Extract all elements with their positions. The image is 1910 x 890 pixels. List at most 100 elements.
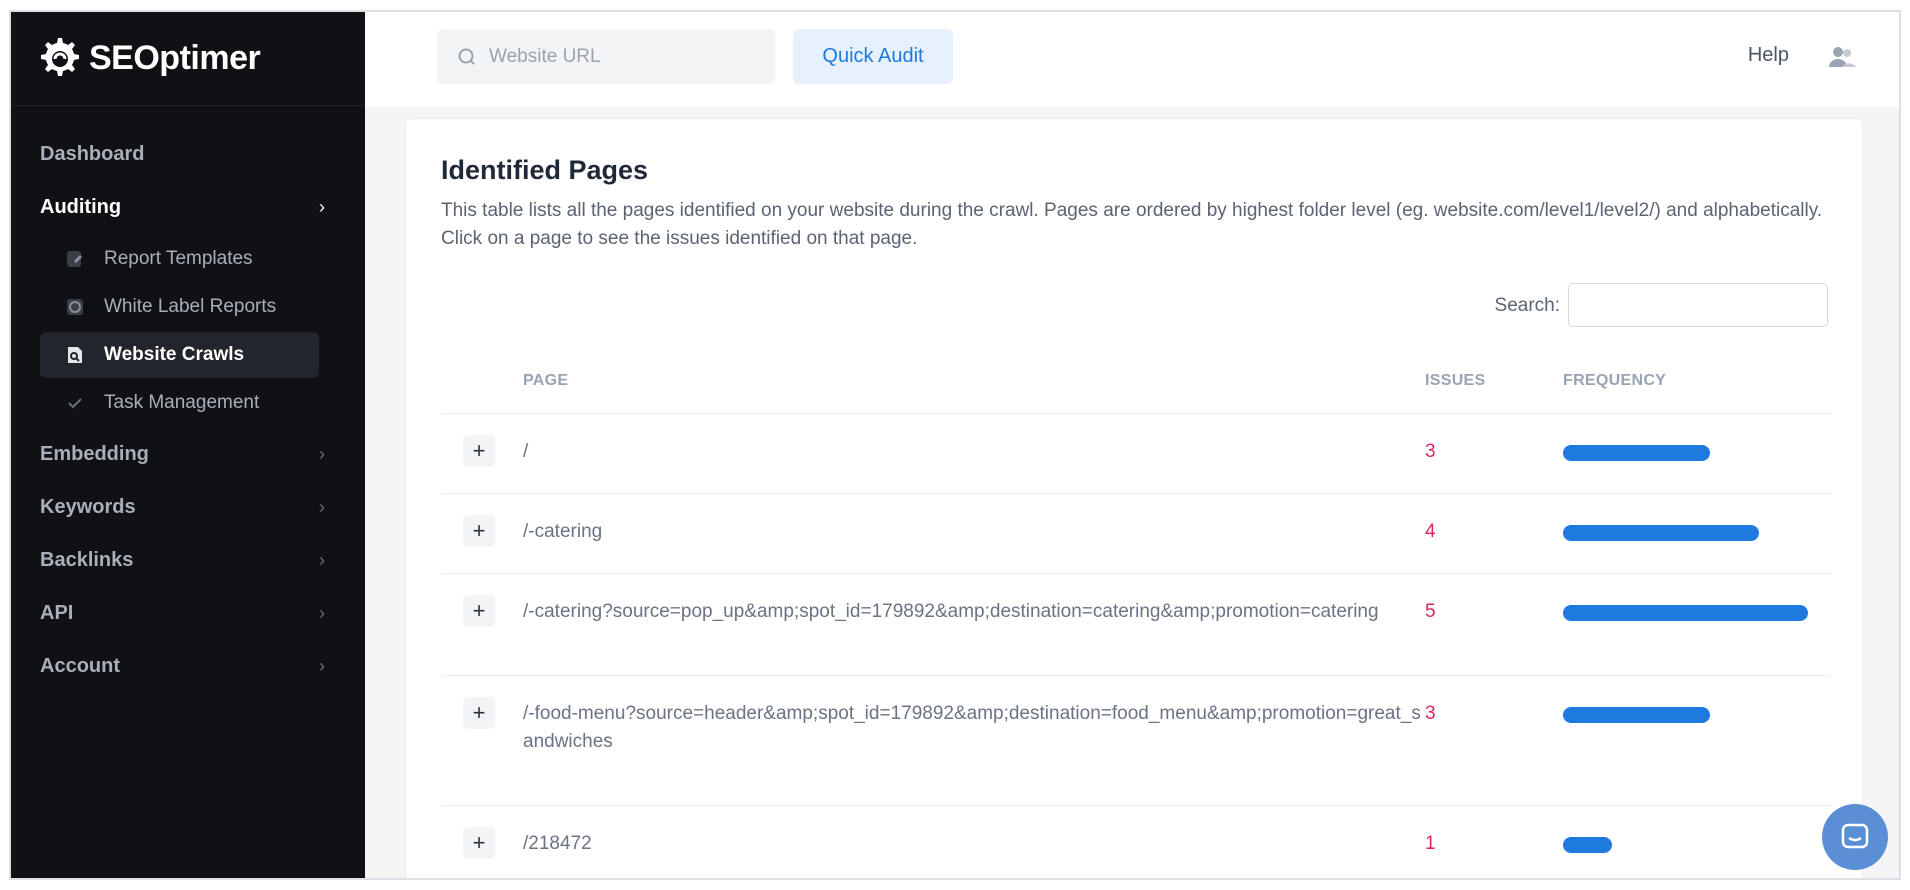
expand-row-button[interactable]: +: [463, 595, 495, 627]
sidebar-subitem-label: Website Crawls: [104, 344, 245, 365]
expand-cell: +: [441, 676, 523, 805]
expand-row-button[interactable]: +: [463, 515, 495, 547]
sidebar-item-label: Keywords: [40, 496, 136, 518]
users-icon[interactable]: [1827, 42, 1857, 72]
frequency-bar: [1563, 605, 1808, 621]
sidebar-item-dashboard[interactable]: Dashboard: [11, 128, 365, 181]
identified-pages-card: Identified Pages This table lists all th…: [405, 118, 1863, 878]
check-icon: [64, 392, 86, 414]
table-body: +/3 +/-catering 4 +/-catering?source=pop_up…: [441, 414, 1831, 878]
issues-cell: 3: [1425, 676, 1563, 805]
table-row[interactable]: + /218472 1: [441, 806, 1831, 878]
top-header: Quick Audit Help: [365, 12, 1899, 107]
page-cell: /-catering?source=pop_up&amp;spot_id=179…: [523, 574, 1425, 675]
expand-cell: +: [441, 806, 523, 878]
table-search-input[interactable]: [1568, 283, 1828, 327]
frequency-bar: [1563, 445, 1710, 461]
issue-count: 3: [1425, 703, 1436, 724]
sidebar-item-label: Account: [40, 655, 120, 677]
app-window: SEOptimer Dashboard Auditing › Report Te…: [9, 10, 1901, 880]
help-link[interactable]: Help: [1748, 44, 1789, 67]
gear-logo-icon: [41, 37, 79, 76]
table-search-label: Search:: [1494, 295, 1560, 316]
page-title: Identified Pages: [441, 155, 649, 185]
website-url-input[interactable]: [489, 45, 749, 68]
page-path[interactable]: /: [523, 438, 1425, 466]
sidebar-item-backlinks[interactable]: Backlinks ›: [11, 534, 365, 587]
issues-cell: 3: [1425, 414, 1563, 493]
expand-cell: +: [441, 494, 523, 573]
sidebar-subitem-report-templates[interactable]: Report Templates: [40, 236, 319, 282]
frequency-bar-track: [1563, 837, 1831, 853]
search-doc-icon: [64, 344, 86, 366]
expand-row-button[interactable]: +: [463, 827, 495, 859]
plus-icon: +: [472, 438, 486, 463]
sidebar: SEOptimer Dashboard Auditing › Report Te…: [11, 12, 365, 878]
frequency-bar: [1563, 707, 1710, 723]
table-row[interactable]: + /-food-menu?source=header&amp;spot_id=1…: [441, 676, 1831, 806]
sidebar-item-label: Auditing: [40, 196, 122, 218]
sidebar-subitem-label: Report Templates: [104, 248, 253, 269]
chat-icon: [1841, 823, 1869, 849]
chevron-right-icon: ›: [319, 444, 325, 464]
column-header-frequency[interactable]: FREQUENCY: [1563, 372, 1831, 390]
chevron-right-icon: ›: [319, 603, 325, 623]
frequency-bar-track: [1563, 605, 1831, 621]
column-header-issues[interactable]: ISSUES: [1425, 372, 1563, 390]
page-cell: /-food-menu?source=header&amp;spot_id=17…: [523, 676, 1425, 805]
sidebar-nav: Dashboard Auditing › Report Templates Wh…: [11, 106, 365, 693]
expand-row-button[interactable]: +: [463, 697, 495, 729]
issues-cell: 4: [1425, 494, 1563, 573]
sidebar-subitem-label: White Label Reports: [104, 296, 277, 317]
issue-count: 5: [1425, 601, 1436, 622]
page-path[interactable]: /-catering?source=pop_up&amp;spot_id=179…: [523, 598, 1425, 626]
page-path[interactable]: /218472: [523, 830, 1425, 858]
sidebar-item-embedding[interactable]: Embedding ›: [11, 428, 365, 481]
sidebar-item-label: Embedding: [40, 443, 149, 465]
page-cell: /-catering: [523, 494, 1425, 573]
frequency-cell: [1563, 574, 1831, 675]
page-path[interactable]: /-catering: [523, 518, 1425, 546]
issue-count: 1: [1425, 833, 1436, 854]
frequency-bar: [1563, 837, 1612, 853]
plus-icon: +: [472, 830, 486, 855]
document-edit-icon: [64, 248, 86, 270]
quick-audit-button[interactable]: Quick Audit: [793, 29, 953, 84]
frequency-cell: [1563, 806, 1831, 878]
sidebar-item-keywords[interactable]: Keywords ›: [11, 481, 365, 534]
table-row[interactable]: + /3: [441, 414, 1831, 494]
logo[interactable]: SEOptimer: [11, 12, 365, 106]
brand-name: SEOptimer: [89, 39, 261, 77]
expand-cell: +: [441, 574, 523, 675]
issue-count: 4: [1425, 521, 1436, 542]
sidebar-item-label: Backlinks: [40, 549, 134, 571]
frequency-bar-track: [1563, 707, 1831, 723]
plus-icon: +: [472, 518, 486, 543]
frequency-cell: [1563, 676, 1831, 805]
sidebar-subitem-task-management[interactable]: Task Management: [40, 380, 319, 426]
column-header-page[interactable]: PAGE: [523, 372, 1425, 390]
sidebar-item-account[interactable]: Account ›: [11, 640, 365, 693]
page-path[interactable]: /-food-menu?source=header&amp;spot_id=17…: [523, 700, 1425, 756]
frequency-bar-track: [1563, 525, 1831, 541]
sidebar-subitem-website-crawls[interactable]: Website Crawls: [40, 332, 319, 378]
sidebar-item-auditing[interactable]: Auditing ›: [11, 181, 365, 234]
chat-launcher-button[interactable]: [1822, 804, 1888, 870]
pages-table: PAGE ISSUES FREQUENCY +/3 +/-catering 4 +/-…: [441, 349, 1831, 878]
issues-cell: 5: [1425, 574, 1563, 675]
table-row[interactable]: + /-catering 4: [441, 494, 1831, 574]
expand-cell: +: [441, 414, 523, 493]
sidebar-subitem-white-label-reports[interactable]: White Label Reports: [40, 284, 319, 330]
table-header: PAGE ISSUES FREQUENCY: [441, 349, 1831, 414]
sidebar-item-label: Dashboard: [40, 143, 145, 165]
clock-doc-icon: [64, 296, 86, 318]
plus-icon: +: [472, 598, 486, 623]
table-row[interactable]: + /-catering?source=pop_up&amp;spot_id=17…: [441, 574, 1831, 676]
sidebar-subitem-label: Task Management: [104, 392, 260, 413]
sidebar-item-api[interactable]: API ›: [11, 587, 365, 640]
frequency-cell: [1563, 414, 1831, 493]
sidebar-item-label: API: [40, 602, 74, 624]
expand-row-button[interactable]: +: [463, 435, 495, 467]
frequency-cell: [1563, 494, 1831, 573]
issue-count: 3: [1425, 441, 1436, 462]
